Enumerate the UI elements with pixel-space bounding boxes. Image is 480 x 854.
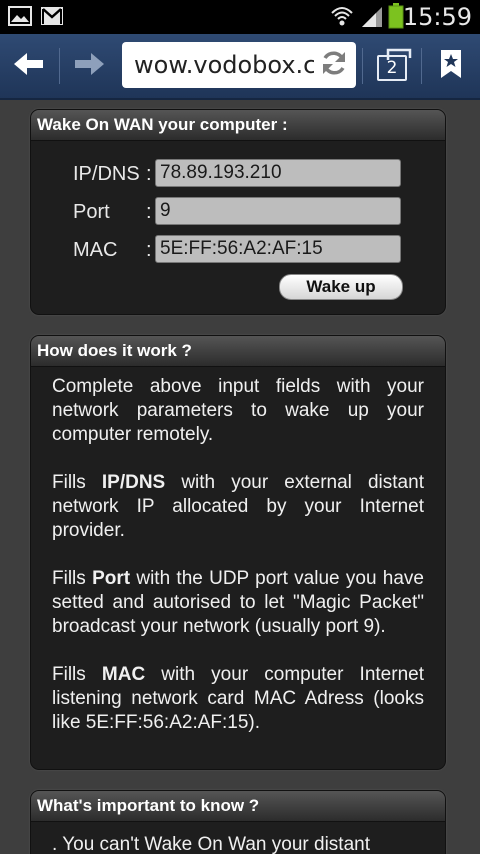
important-panel-body: . You can't Wake On Wan your distant	[31, 822, 445, 854]
port-row: Port :	[31, 197, 445, 227]
page-content: Wake On WAN your computer : IP/DNS : Por…	[0, 100, 480, 854]
bookmarks-button[interactable]	[422, 34, 480, 98]
step-term: MAC	[101, 664, 146, 685]
gmail-icon	[40, 6, 64, 31]
browser-toolbar: wow.vodobox.com 2	[0, 34, 480, 100]
mac-row: MAC :	[31, 235, 445, 265]
ip-dns-input[interactable]	[155, 159, 401, 187]
how-panel-body: Complete above input fields with your ne…	[31, 367, 445, 735]
important-panel-title: What's important to know ?	[31, 791, 445, 822]
ip-dns-colon: :	[146, 163, 152, 185]
port-label: Port	[73, 201, 110, 223]
ip-dns-row: IP/DNS :	[31, 159, 445, 189]
wake-panel: Wake On WAN your computer : IP/DNS : Por…	[30, 109, 446, 315]
wake-panel-title: Wake On WAN your computer :	[31, 110, 445, 141]
gallery-icon	[8, 6, 32, 31]
battery-icon	[388, 3, 404, 34]
forward-arrow-icon	[74, 52, 104, 81]
mac-label: MAC	[73, 239, 118, 261]
mac-colon: :	[146, 239, 152, 261]
how-step-mac: Fills MAC with your computer Internet li…	[52, 663, 424, 735]
refresh-button[interactable]	[314, 45, 354, 85]
how-intro: Complete above input fields with your ne…	[52, 376, 424, 445]
ip-dns-label: IP/DNS	[73, 163, 140, 185]
wake-up-button[interactable]: Wake up	[279, 274, 403, 300]
step-term: IP/DNS	[101, 472, 166, 493]
bookmark-star-icon	[440, 49, 462, 84]
important-first-line: . You can't Wake On Wan your distant	[52, 834, 370, 854]
step-prefix: Fills	[52, 568, 93, 589]
how-panel: How does it work ? Complete above input …	[30, 335, 446, 770]
screen: 15:59 wow.vodobox.com 2 Wake On WAN your…	[0, 0, 480, 854]
toolbar-divider	[362, 48, 363, 84]
step-prefix: Fills	[52, 664, 102, 685]
port-input[interactable]	[155, 197, 401, 225]
step-prefix: Fills	[52, 472, 102, 493]
status-bar: 15:59	[0, 0, 480, 34]
refresh-icon	[319, 48, 349, 83]
mac-input[interactable]	[155, 235, 401, 263]
wifi-icon	[330, 4, 354, 33]
port-colon: :	[146, 201, 152, 223]
status-time: 15:59	[402, 3, 472, 31]
back-button[interactable]	[0, 34, 58, 98]
back-arrow-icon	[14, 52, 44, 81]
how-step-port: Fills Port with the UDP port value you h…	[52, 567, 424, 639]
how-step-ip: Fills IP/DNS with your external distant …	[52, 471, 424, 543]
how-panel-title: How does it work ?	[31, 336, 445, 367]
url-field[interactable]: wow.vodobox.com	[122, 42, 356, 88]
important-panel: What's important to know ? . You can't W…	[30, 790, 446, 854]
step-term: Port	[92, 568, 131, 589]
signal-icon	[360, 5, 384, 34]
forward-button[interactable]	[60, 34, 118, 98]
tab-count: 2	[377, 55, 407, 81]
